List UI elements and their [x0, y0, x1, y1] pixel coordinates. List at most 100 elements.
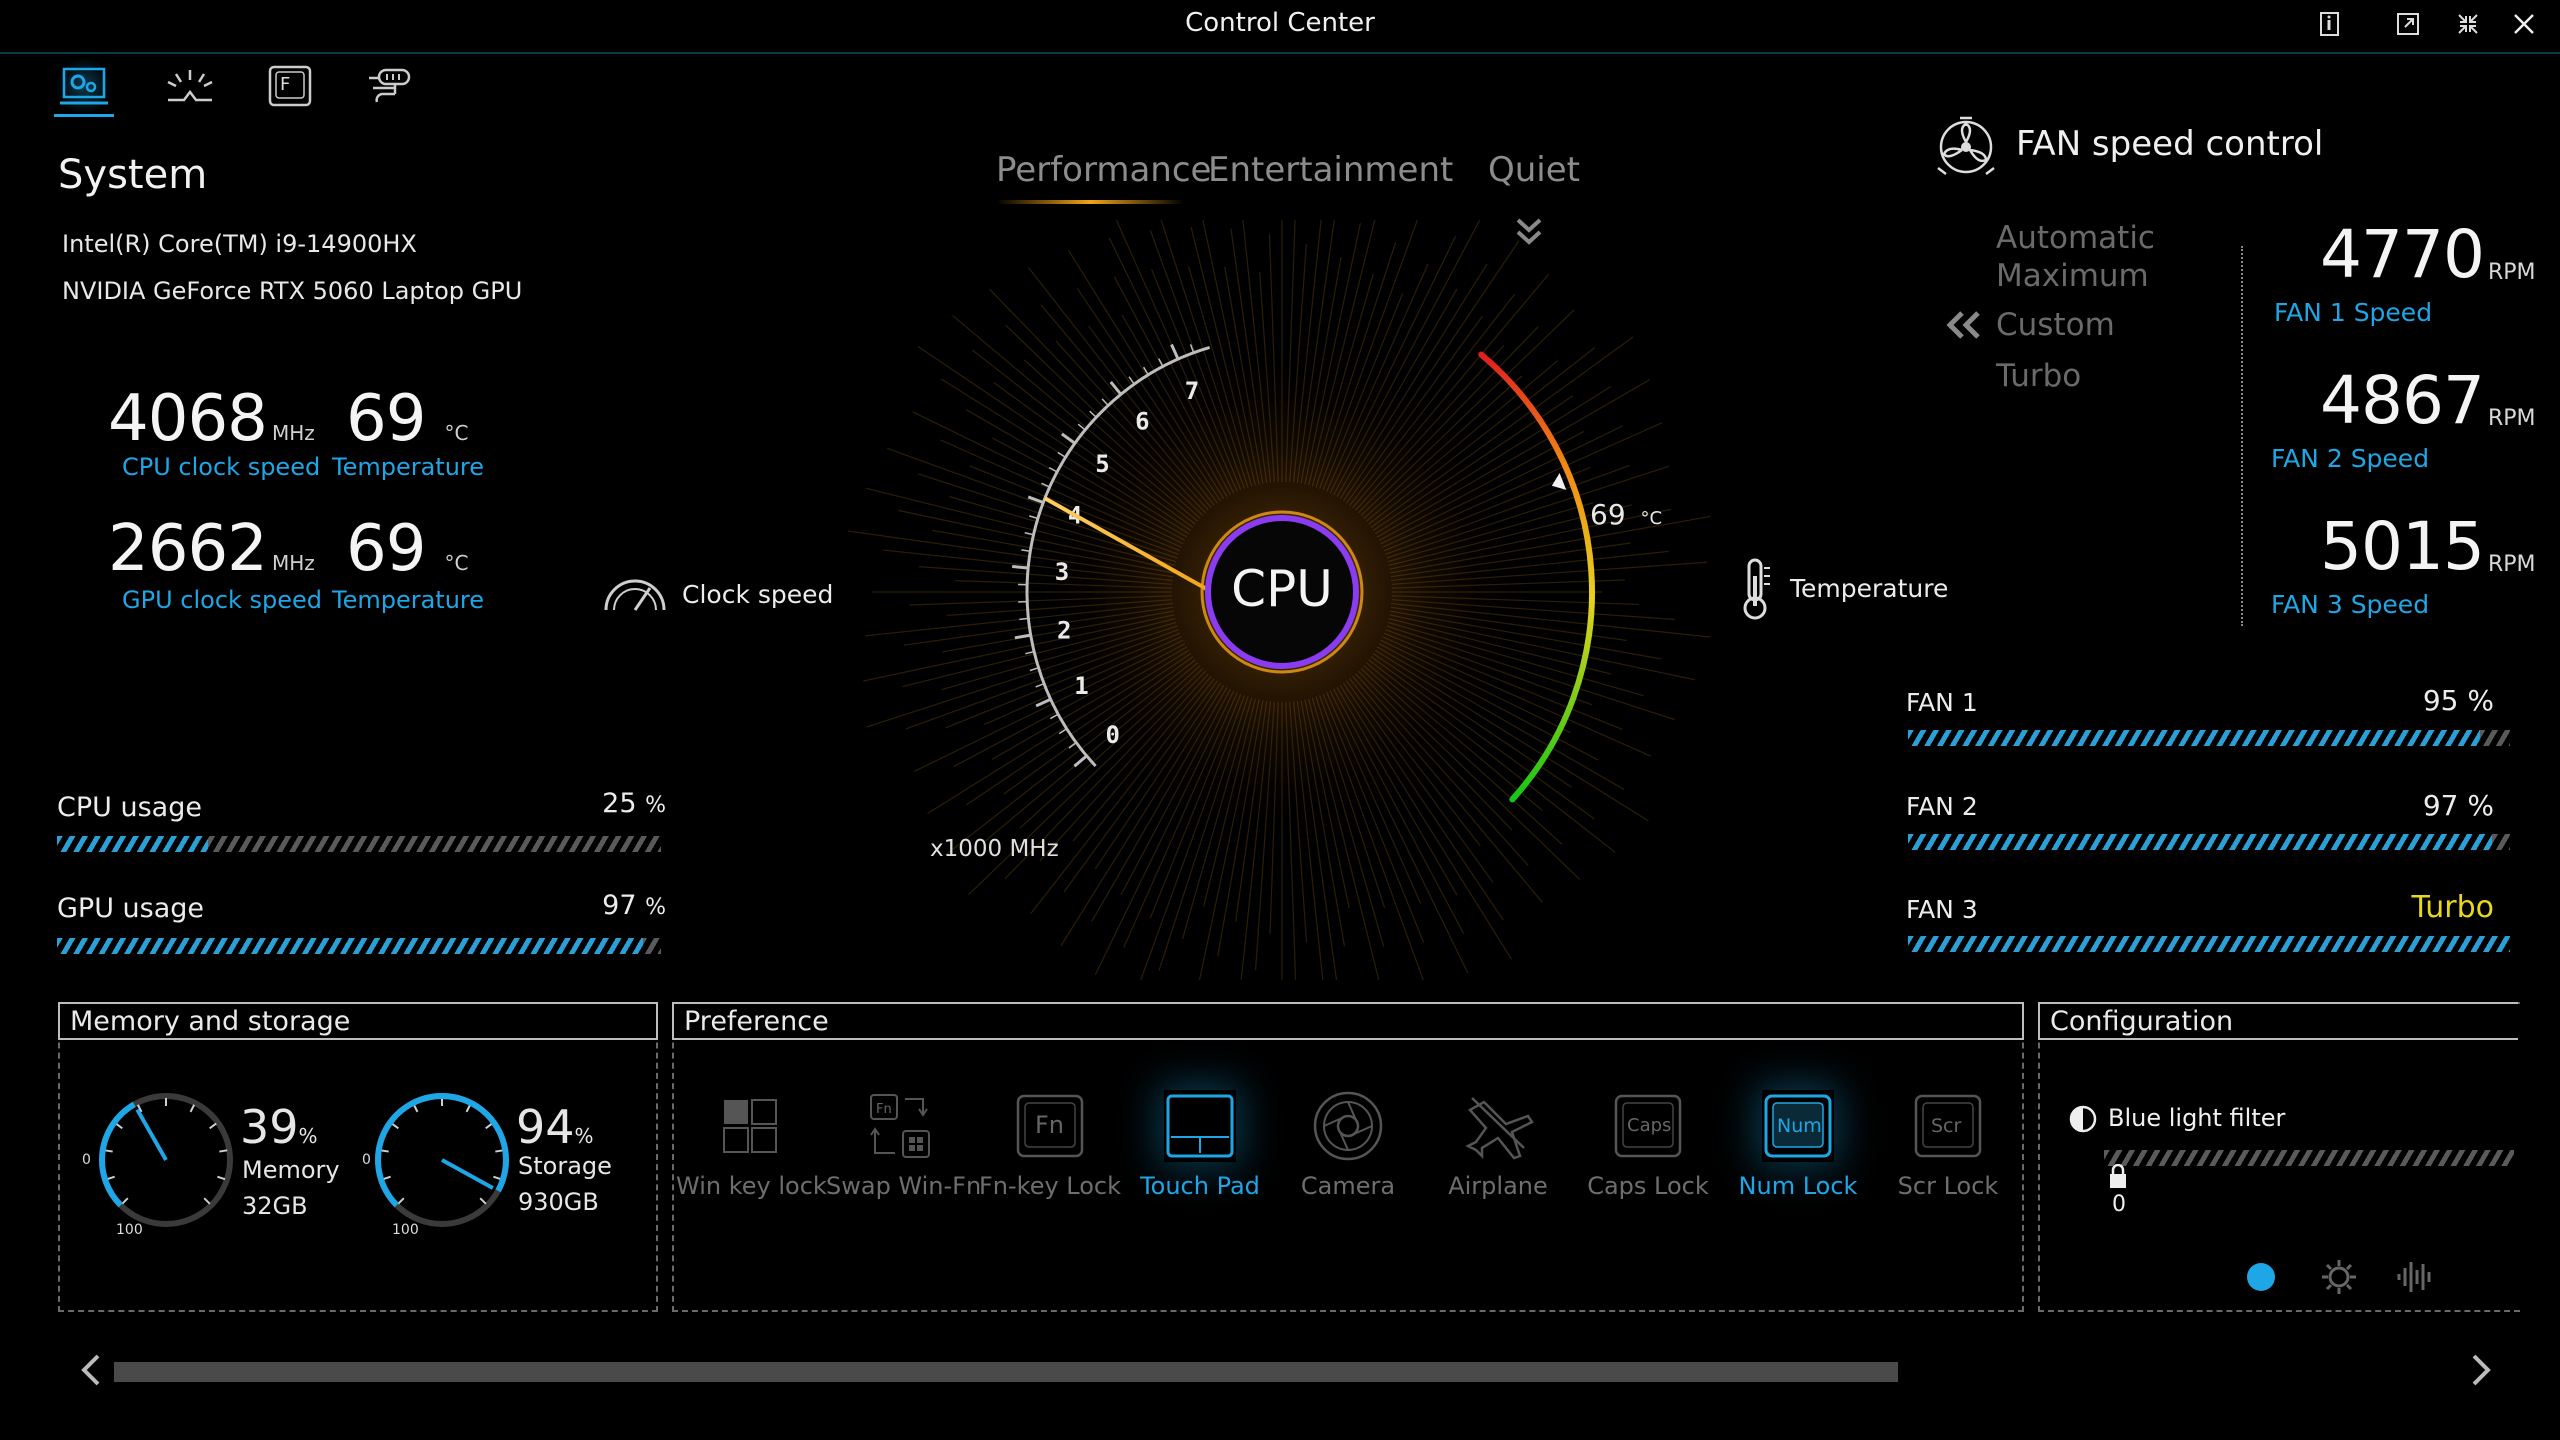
memory-percent: 39%: [240, 1100, 318, 1154]
dial-tick: [104, 1149, 113, 1153]
pref-label-fn-key-lock: Fn-key Lock: [978, 1172, 1122, 1200]
fan2-bar[interactable]: [1908, 834, 2510, 850]
tab-quiet[interactable]: Quiet: [1488, 150, 1580, 190]
clock-tick: [1019, 617, 1029, 621]
scroll-right-button[interactable]: [2466, 1352, 2496, 1392]
config-mode-blue-light[interactable]: [2244, 1260, 2278, 1298]
gpu-usage-label: GPU usage: [57, 893, 205, 924]
blue-light-slider[interactable]: [2104, 1150, 2514, 1166]
gpu-clock-label: GPU clock speed: [122, 586, 323, 614]
gpu-clock-unit: MHz: [271, 551, 315, 575]
memory-dial-min: 0: [82, 1152, 91, 1168]
fan3-rpm-unit: RPM: [2488, 552, 2536, 577]
scroll-left-button[interactable]: [76, 1352, 106, 1392]
tab-system[interactable]: [54, 58, 114, 117]
cpu-clock-readout: 4068 MHz: [108, 382, 315, 456]
chevron-left-icon: [81, 1354, 100, 1386]
fan2-rpm: 4867: [2320, 362, 2485, 439]
pref-label-swap-win-fn: Swap Win-Fn: [826, 1172, 982, 1200]
collapse-icon: [2458, 14, 2478, 34]
gpu-temp-unit: °C: [444, 551, 469, 575]
close-button[interactable]: [2502, 4, 2546, 44]
network-monitor-icon: [369, 68, 411, 103]
pref-caps-lock[interactable]: Caps Caps Lock: [1574, 1090, 1722, 1200]
fan2-speed-label: FAN 2 Speed: [2271, 444, 2430, 473]
pref-camera[interactable]: Camera: [1274, 1090, 1422, 1200]
fan2-percent: 97 %: [2422, 789, 2494, 822]
pref-swap-win-fn[interactable]: Fn Swap Win-Fn: [826, 1090, 982, 1200]
fan-option-custom[interactable]: Custom: [1996, 307, 2115, 343]
dial-tick: [380, 1149, 389, 1153]
clock-tick-label: 7: [1185, 377, 1199, 405]
cpu-usage-label: CPU usage: [57, 792, 202, 823]
pref-airplane[interactable]: Airplane: [1424, 1090, 1572, 1200]
fan3-bar[interactable]: [1908, 936, 2510, 952]
cpu-clock-value: 4068: [108, 382, 268, 456]
tab-entertainment[interactable]: Entertainment: [1208, 150, 1453, 190]
blue-light-value: 0: [2112, 1192, 2126, 1217]
document-info-icon: [2320, 12, 2339, 36]
dial-tick: [217, 1175, 226, 1181]
memory-label: Memory: [242, 1156, 340, 1184]
lock-handle-icon: [2110, 1163, 2126, 1188]
fn-key-icon: Fn: [1016, 1094, 1084, 1158]
pref-win-key-lock[interactable]: Win key lock: [676, 1090, 827, 1200]
resize-icon: [2397, 13, 2419, 35]
cpu-usage-bar: [57, 836, 661, 852]
fan1-bar-fill: [1908, 730, 2480, 746]
pref-fn-key-lock[interactable]: Fn Fn-key Lock: [976, 1090, 1124, 1200]
fan1-rpm: 4770: [2320, 216, 2485, 293]
gpu-temp-value: 69: [346, 512, 426, 586]
pref-scr-lock[interactable]: Scr Scr Lock: [1874, 1090, 2022, 1200]
fan-options-back-button[interactable]: [1946, 310, 1982, 344]
gpu-model: NVIDIA GeForce RTX 5060 Laptop GPU: [62, 277, 523, 305]
tab-fn-keys[interactable]: F: [260, 58, 320, 114]
tab-lighting[interactable]: [160, 58, 220, 114]
clock-tick: [1077, 423, 1086, 431]
clock-tick-label: 6: [1135, 408, 1149, 436]
resize-button[interactable]: [2386, 4, 2430, 44]
fan-option-maximum[interactable]: Maximum: [1996, 258, 2149, 294]
gauge-temp-readout: 69 °C: [1590, 498, 1662, 531]
gpu-clock-value: 2662: [108, 512, 268, 586]
config-mode-brightness[interactable]: [2320, 1258, 2358, 1300]
gpu-clock-readout: 2662 MHz: [108, 512, 315, 586]
pref-touch-pad[interactable]: Touch Pad: [1126, 1090, 1274, 1200]
info-button[interactable]: [2308, 4, 2352, 44]
caps-lock-icon: Caps: [1614, 1094, 1682, 1158]
clock-tick: [1028, 515, 1039, 520]
fan3-rpm: 5015: [2320, 508, 2485, 585]
storage-dial-min: 0: [362, 1152, 371, 1168]
fan-option-turbo[interactable]: Turbo: [1996, 358, 2081, 394]
config-mode-audio[interactable]: [2396, 1260, 2434, 1298]
fan3-percent: Turbo: [2411, 890, 2494, 925]
horizontal-scrollbar[interactable]: [114, 1362, 1898, 1382]
blue-light-slider-handle[interactable]: [2108, 1163, 2128, 1194]
dial-tick: [382, 1175, 391, 1181]
dial-tick: [121, 1197, 129, 1205]
svg-text:Num: Num: [1777, 1115, 1822, 1137]
clock-tick-label: 5: [1095, 450, 1109, 478]
temperature-gauge-label: Temperature: [1790, 574, 1949, 603]
fan2-bar-fill: [1908, 834, 2492, 850]
memory-storage-title: Memory and storage: [58, 1002, 658, 1040]
tab-performance[interactable]: Performance: [996, 150, 1211, 190]
pref-num-lock[interactable]: Num Num Lock: [1724, 1090, 1872, 1200]
fan-option-automatic[interactable]: Automatic: [1996, 220, 2155, 256]
fan1-bar[interactable]: [1908, 730, 2510, 746]
fan1-percent: 95 %: [2422, 684, 2494, 717]
dial-tick: [219, 1149, 228, 1153]
airplane-icon: [1465, 1097, 1534, 1160]
svg-text:Fn: Fn: [876, 1102, 892, 1117]
fan2-bar-label: FAN 2: [1906, 792, 1978, 821]
tab-monitoring[interactable]: [362, 58, 422, 114]
dial-tick: [203, 1197, 211, 1205]
swap-keys-icon: Fn: [870, 1094, 930, 1158]
shrink-button[interactable]: [2446, 4, 2490, 44]
storage-dial-max: 100: [392, 1222, 419, 1238]
touchpad-icon: [1166, 1094, 1234, 1158]
svg-text:F: F: [280, 74, 290, 95]
memory-size: 32GB: [242, 1192, 308, 1220]
pref-label-airplane: Airplane: [1448, 1172, 1548, 1200]
fan3-bar-label: FAN 3: [1906, 895, 1978, 924]
